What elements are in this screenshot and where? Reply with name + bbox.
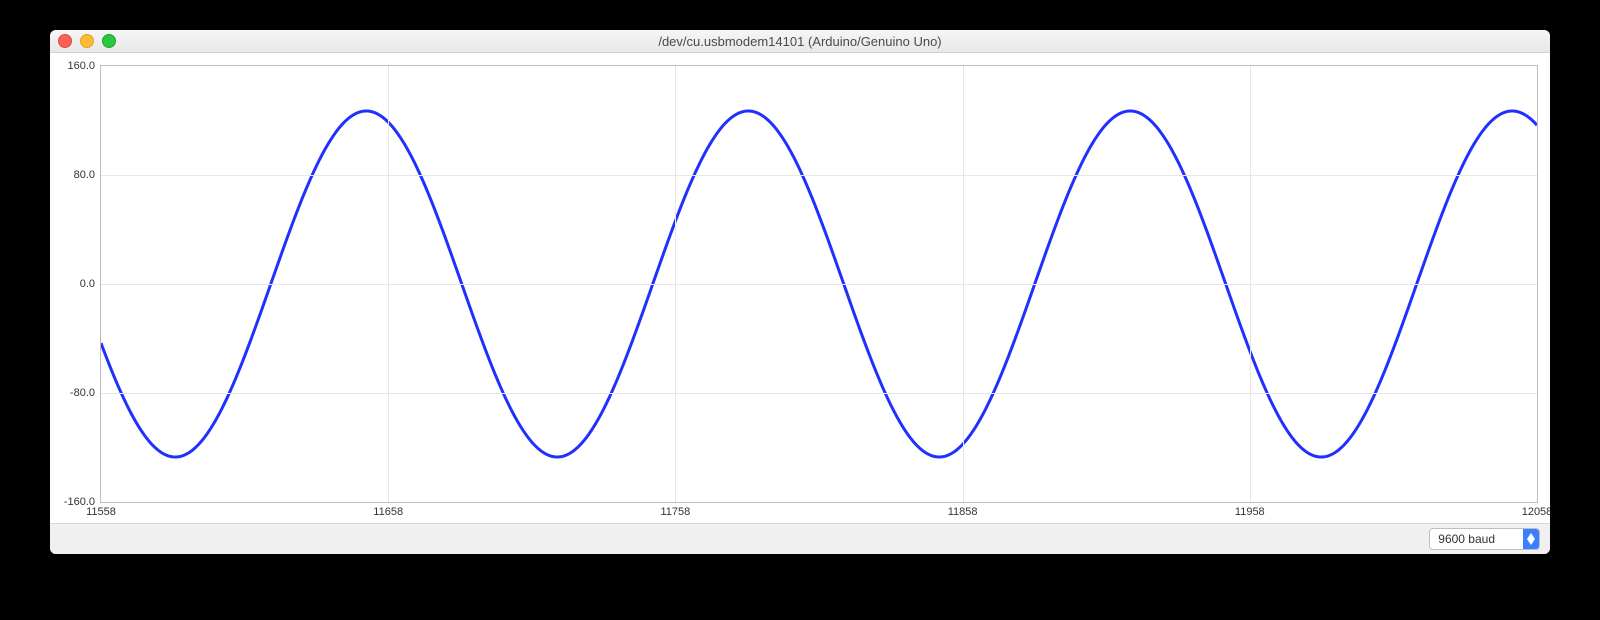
y-tick-label: 160.0 xyxy=(67,60,101,72)
window-title: /dev/cu.usbmodem14101 (Arduino/Genuino U… xyxy=(50,34,1550,49)
baud-rate-select[interactable]: 9600 baud xyxy=(1429,528,1540,550)
plot-area: 115581165811758118581195812058-160.0-80.… xyxy=(100,65,1538,503)
window-controls xyxy=(58,34,116,48)
x-tick-label: 11958 xyxy=(1235,502,1265,518)
titlebar[interactable]: /dev/cu.usbmodem14101 (Arduino/Genuino U… xyxy=(50,30,1550,53)
y-tick-label: -80.0 xyxy=(70,387,101,399)
grid-horizontal xyxy=(101,284,1537,285)
y-tick-label: 80.0 xyxy=(74,169,101,181)
baud-rate-label: 9600 baud xyxy=(1430,529,1523,549)
x-tick-label: 12058 xyxy=(1522,502,1550,518)
minimize-icon[interactable] xyxy=(80,34,94,48)
bottom-toolbar: 9600 baud xyxy=(50,523,1550,554)
grid-horizontal xyxy=(101,175,1537,176)
y-tick-label: 0.0 xyxy=(80,278,101,290)
x-tick-label: 11658 xyxy=(373,502,403,518)
x-tick-label: 11758 xyxy=(661,502,691,518)
select-arrows-icon xyxy=(1523,529,1539,549)
plot-content: 115581165811758118581195812058-160.0-80.… xyxy=(50,53,1550,523)
grid-horizontal xyxy=(101,393,1537,394)
zoom-icon[interactable] xyxy=(102,34,116,48)
x-tick-label: 11858 xyxy=(948,502,978,518)
serial-plotter-window: /dev/cu.usbmodem14101 (Arduino/Genuino U… xyxy=(50,30,1550,554)
close-icon[interactable] xyxy=(58,34,72,48)
y-tick-label: -160.0 xyxy=(64,496,101,508)
